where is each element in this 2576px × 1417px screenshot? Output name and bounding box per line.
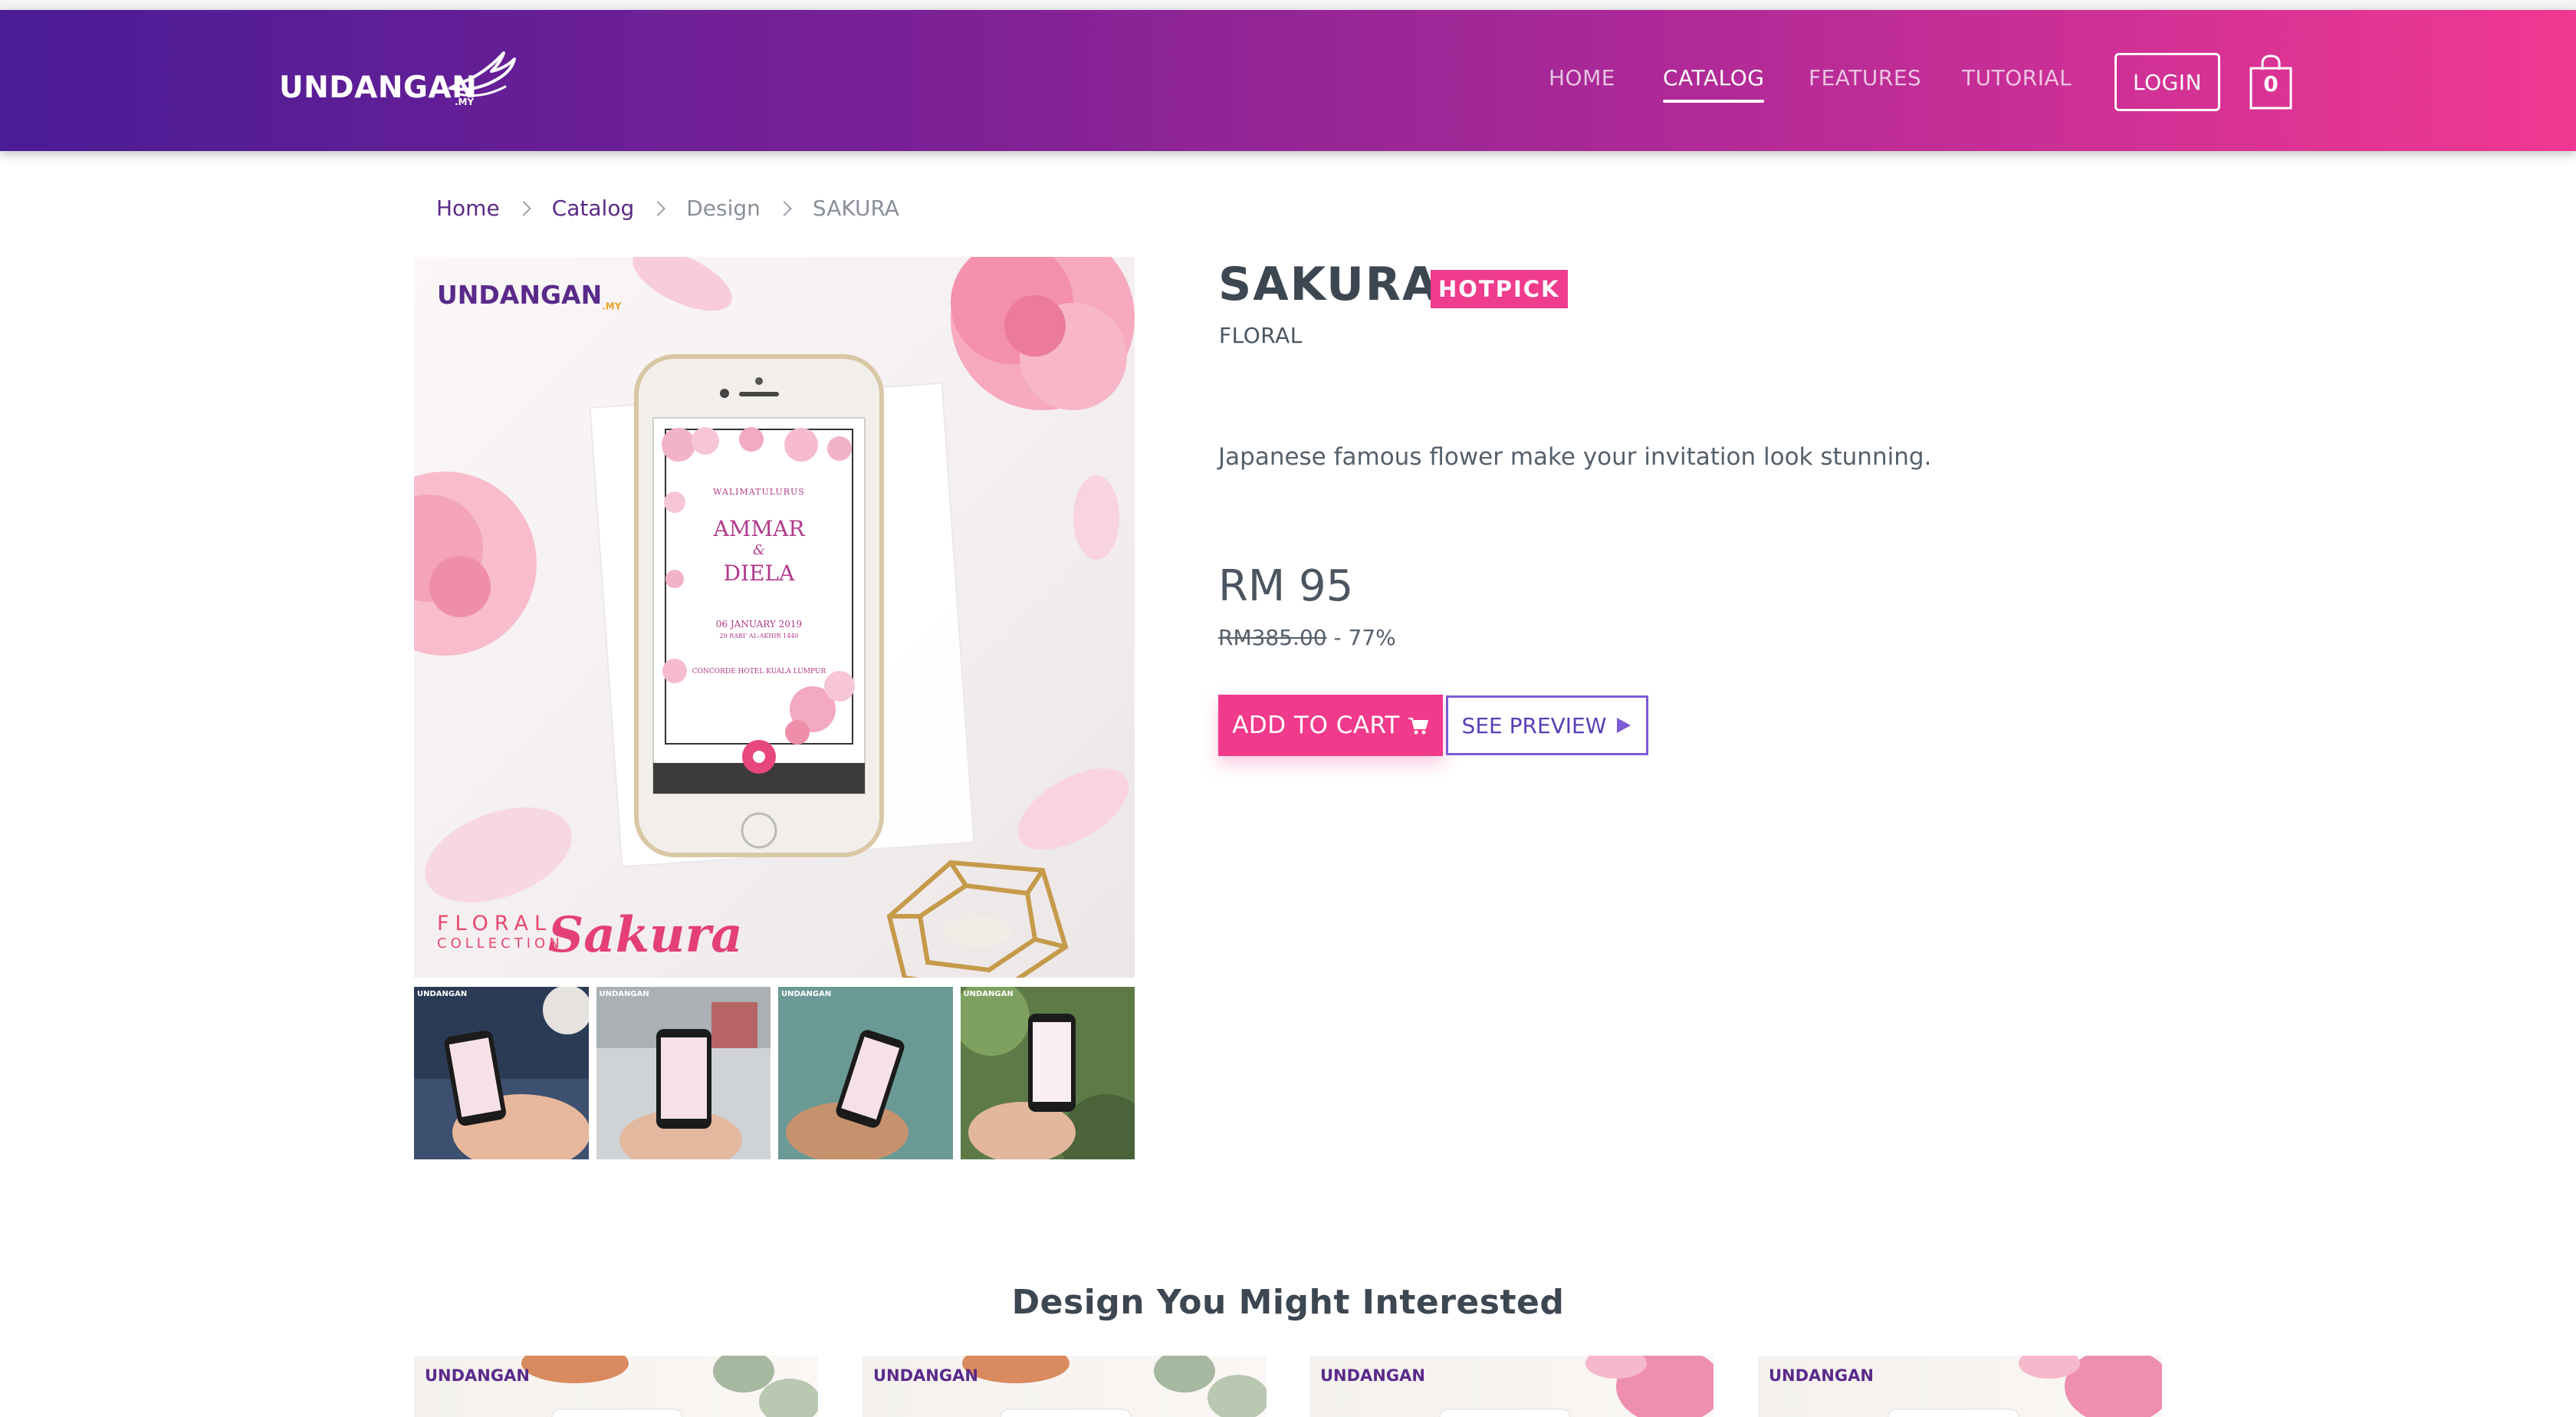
chevron-right-icon (515, 200, 531, 216)
related-card-logo: UNDANGAN (425, 1366, 530, 1385)
add-to-cart-label: ADD TO CART (1232, 712, 1400, 739)
thumbnail-photo (596, 987, 770, 1159)
breadcrumb-current: SAKURA (812, 196, 899, 221)
product-description: Japanese famous flower make your invitat… (1218, 443, 1932, 471)
thumbnail-photo (414, 987, 589, 1159)
thumbnail-4[interactable]: UNDANGAN (960, 987, 1135, 1159)
collection-bottom-text: COLLECTION (437, 935, 564, 952)
thumbnail-logo: UNDANGAN (599, 990, 649, 998)
related-card-3[interactable]: UNDANGAN (1309, 1356, 1714, 1417)
related-card-logo: UNDANGAN (1769, 1366, 1874, 1385)
navbar: UNDANGAN .MY HOME CATALOG FEATURES TUTOR… (0, 10, 2576, 151)
chevron-right-icon (650, 200, 666, 216)
cart-button[interactable]: 0 (2249, 54, 2298, 116)
product-category: FLORAL (1219, 323, 1303, 348)
related-card-photo (1888, 1356, 2162, 1417)
invite-date: 06 JANUARY 2019 (715, 619, 803, 630)
collection-label: FLORAL COLLECTION Sakura (437, 906, 743, 964)
breadcrumb-home[interactable]: Home (436, 196, 500, 221)
site-logo[interactable]: UNDANGAN .MY (279, 51, 516, 122)
invite-groom: AMMAR (713, 516, 805, 541)
old-price-row: RM385.00 - 77% (1218, 625, 1396, 650)
related-card-4[interactable]: UNDANGAN (1758, 1356, 2162, 1417)
play-icon (1617, 718, 1631, 733)
thumbnail-logo: UNDANGAN (417, 990, 468, 998)
invite-bride: DIELA (723, 561, 795, 586)
discount-percent: - 77% (1326, 625, 1396, 650)
breadcrumb-design[interactable]: Design (686, 196, 761, 221)
product-title: SAKURA (1218, 258, 1440, 311)
product-price: RM 95 (1218, 561, 1354, 611)
image-logo-suffix: .MY (602, 301, 622, 312)
related-card-photo (521, 1356, 818, 1417)
related-designs: UNDANGAN UNDANGAN UNDANGAN UNDANGAN (414, 1356, 2162, 1417)
collection-script-text: Sakura (548, 906, 743, 964)
breadcrumb-catalog[interactable]: Catalog (552, 196, 635, 221)
image-logo-text: UNDANGAN (437, 280, 603, 310)
nav-home[interactable]: HOME (1549, 65, 1615, 90)
logo-bird-icon: .MY (449, 51, 516, 107)
related-card-photo (962, 1356, 1267, 1417)
nav-tutorial[interactable]: TUTORIAL (1962, 65, 2072, 90)
related-card-1[interactable]: UNDANGAN (414, 1356, 818, 1417)
chevron-right-icon (777, 200, 792, 216)
related-card-logo: UNDANGAN (1320, 1366, 1425, 1385)
thumbnail-1[interactable]: UNDANGAN (414, 987, 589, 1159)
cart-icon (1408, 718, 1428, 735)
login-button[interactable]: LOGIN (2114, 53, 2220, 111)
thumbnail-logo: UNDANGAN (781, 990, 832, 998)
see-preview-button[interactable]: SEE PREVIEW (1446, 695, 1648, 755)
invite-hijri: 29 RABI' AL-AKHIR 1440 (719, 633, 799, 639)
cart-count: 0 (2263, 71, 2279, 97)
thumbnail-strip: UNDANGAN UNDANGAN UNDANGAN UNDANGAN (414, 987, 1135, 1159)
svg-text:.MY: .MY (455, 97, 475, 107)
invite-ampersand: & (752, 542, 766, 558)
related-card-photo (1439, 1356, 1714, 1417)
top-strip (0, 0, 2576, 10)
collection-top-text: FLORAL (437, 912, 553, 935)
nav-catalog[interactable]: CATALOG (1663, 65, 1765, 103)
product-main-image[interactable]: UNDANGAN.MY WALIMATULURUS AMMAR & DIELA … (414, 257, 1135, 978)
related-card-logo: UNDANGAN (873, 1366, 978, 1385)
thumbnail-2[interactable]: UNDANGAN (596, 987, 770, 1159)
hotpick-badge: HOTPICK (1431, 270, 1568, 308)
thumbnail-logo: UNDANGAN (963, 990, 1014, 998)
invite-venue: CONCORDE HOTEL KUALA LUMPUR (692, 668, 826, 676)
see-preview-label: SEE PREVIEW (1461, 712, 1607, 738)
nav-features[interactable]: FEATURES (1809, 65, 1921, 90)
product-photo-illustration (414, 257, 1135, 978)
breadcrumb: Home Catalog Design SAKURA (436, 196, 899, 221)
image-watermark-logo: UNDANGAN.MY (437, 280, 621, 312)
thumbnail-photo (960, 987, 1135, 1159)
related-card-2[interactable]: UNDANGAN (863, 1356, 1267, 1417)
thumbnail-3[interactable]: UNDANGAN (778, 987, 953, 1159)
thumbnail-photo (778, 987, 953, 1159)
invite-preheading: WALIMATULURUS (713, 487, 805, 497)
add-to-cart-button[interactable]: ADD TO CART (1218, 695, 1443, 756)
old-price: RM385.00 (1218, 625, 1327, 650)
related-title: Design You Might Interested (1011, 1283, 1565, 1322)
